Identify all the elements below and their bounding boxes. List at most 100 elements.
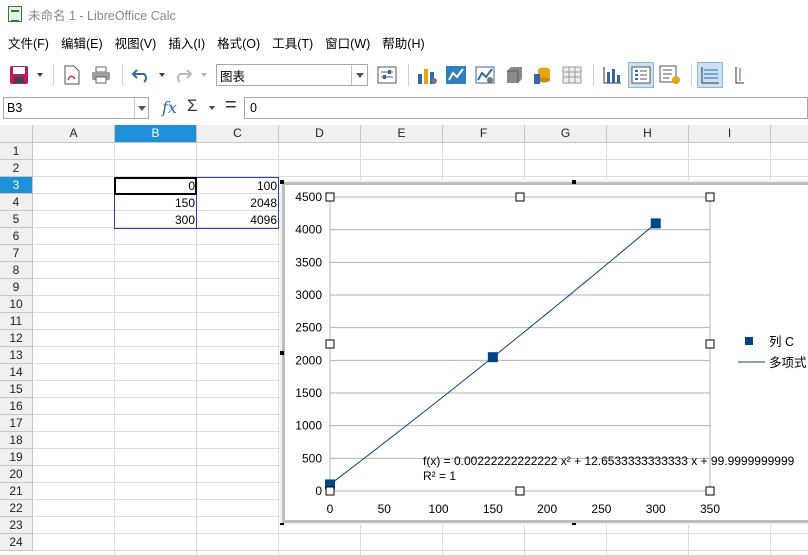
selection-handle[interactable] xyxy=(325,339,335,349)
undo-dropdown-icon[interactable] xyxy=(157,62,167,88)
frame-handle[interactable] xyxy=(280,180,284,184)
row-header[interactable]: 9 xyxy=(0,279,33,296)
name-box[interactable]: B3 xyxy=(3,97,149,119)
row-header[interactable]: 2 xyxy=(0,160,33,177)
selection-handle[interactable] xyxy=(705,486,715,496)
row-header[interactable]: 6 xyxy=(0,228,33,245)
legend-format-icon[interactable] xyxy=(657,62,683,88)
vertical-grid-icon[interactable] xyxy=(726,62,752,88)
toolbar-separator xyxy=(408,64,409,86)
formula-input[interactable]: 0 xyxy=(244,97,808,119)
frame-handle[interactable] xyxy=(280,523,284,525)
row-header[interactable]: 23 xyxy=(0,517,33,534)
trendline-equation: f(x) = 0.00222222222222 x² + 12.65333333… xyxy=(423,454,795,468)
column-header-i[interactable]: I xyxy=(689,125,771,143)
selection-handle[interactable] xyxy=(515,486,525,496)
row-header[interactable]: 5 xyxy=(0,211,33,228)
row-header[interactable]: 16 xyxy=(0,398,33,415)
print-icon[interactable] xyxy=(88,62,114,88)
column-header-h[interactable]: H xyxy=(607,125,689,143)
selection-handle[interactable] xyxy=(515,192,525,202)
chevron-down-icon[interactable] xyxy=(134,98,148,118)
chart-wall-icon[interactable] xyxy=(443,62,469,88)
row-header[interactable]: 4 xyxy=(0,194,33,211)
row-header[interactable]: 10 xyxy=(0,296,33,313)
selection-handle[interactable] xyxy=(325,192,335,202)
y-tick-label: 0 xyxy=(315,484,322,498)
row-header[interactable]: 14 xyxy=(0,364,33,381)
chevron-down-icon[interactable] xyxy=(351,65,367,85)
row-header[interactable]: 19 xyxy=(0,449,33,466)
row-header[interactable]: 13 xyxy=(0,347,33,364)
menu-edit[interactable]: 编辑(E) xyxy=(57,33,107,52)
y-tick-label: 3500 xyxy=(295,255,322,269)
data-table-icon[interactable] xyxy=(530,62,556,88)
legend-label-series: 列 C xyxy=(769,335,794,349)
chart-element-select[interactable]: 图表 xyxy=(216,64,368,86)
row-header[interactable]: 24 xyxy=(0,534,33,551)
row-header[interactable]: 17 xyxy=(0,415,33,432)
row-header[interactable]: 21 xyxy=(0,483,33,500)
menu-format[interactable]: 格式(O) xyxy=(213,33,264,52)
legend-toggle-icon[interactable] xyxy=(628,62,654,88)
column-header-f[interactable]: F xyxy=(443,125,525,143)
save-dropdown-icon[interactable] xyxy=(35,62,45,88)
column-header-a[interactable]: A xyxy=(33,125,115,143)
row-header[interactable]: 12 xyxy=(0,330,33,347)
export-pdf-icon[interactable] xyxy=(59,62,85,88)
menu-help[interactable]: 帮助(H) xyxy=(378,33,428,52)
x-tick-label: 100 xyxy=(429,502,449,516)
x-tick-label: 50 xyxy=(378,502,392,516)
function-wizard-icon[interactable]: fx xyxy=(162,98,177,117)
redo-icon xyxy=(170,62,196,88)
column-header-b[interactable]: B xyxy=(115,125,197,143)
chart-object[interactable]: 0 500 1000 1500 2000 2500 3000 3500 4000 4500 0 50 1… xyxy=(280,180,808,525)
row-header[interactable]: 7 xyxy=(0,245,33,262)
toolbar: 图表 xyxy=(0,56,808,94)
row-header[interactable]: 20 xyxy=(0,466,33,483)
data-grid-icon[interactable] xyxy=(559,62,585,88)
row-header[interactable]: 8 xyxy=(0,262,33,279)
row-header[interactable]: 3 xyxy=(0,177,33,194)
undo-icon[interactable] xyxy=(128,62,154,88)
save-icon[interactable] xyxy=(6,62,32,88)
column-header-d[interactable]: D xyxy=(279,125,361,143)
chart-type-icon[interactable] xyxy=(414,62,440,88)
formula-icon[interactable]: = xyxy=(225,94,237,117)
plot-area[interactable] xyxy=(329,196,711,492)
column-header-c[interactable]: C xyxy=(197,125,279,143)
bar-chart-icon[interactable] xyxy=(599,62,625,88)
frame-handle[interactable] xyxy=(280,351,284,355)
cell-cursor xyxy=(114,177,197,195)
frame-handle[interactable] xyxy=(572,523,576,525)
selection-handle[interactable] xyxy=(705,339,715,349)
data-point[interactable] xyxy=(650,218,661,229)
select-all-corner[interactable] xyxy=(0,125,33,143)
3d-view-icon[interactable] xyxy=(501,62,527,88)
chart[interactable]: 0 500 1000 1500 2000 2500 3000 3500 4000 4500 0 50 1… xyxy=(280,180,808,525)
menu-tools[interactable]: 工具(T) xyxy=(268,33,317,52)
column-header-e[interactable]: E xyxy=(361,125,443,143)
format-selection-icon[interactable] xyxy=(374,62,400,88)
menu-window[interactable]: 窗口(W) xyxy=(321,33,374,52)
selection-handle[interactable] xyxy=(325,486,335,496)
row-header[interactable]: 22 xyxy=(0,500,33,517)
frame-handle[interactable] xyxy=(572,180,576,184)
menu-file[interactable]: 文件(F) xyxy=(4,33,53,52)
row-header[interactable]: 11 xyxy=(0,313,33,330)
column-header-j[interactable] xyxy=(771,125,808,143)
column-header-g[interactable]: G xyxy=(525,125,607,143)
row-header[interactable]: 1 xyxy=(0,143,33,160)
horizontal-grid-icon[interactable] xyxy=(697,62,723,88)
chart-area-icon[interactable] xyxy=(472,62,498,88)
menu-insert[interactable]: 插入(I) xyxy=(164,33,209,52)
menu-view[interactable]: 视图(V) xyxy=(111,33,161,52)
sum-dropdown-icon[interactable] xyxy=(207,101,217,115)
selection-handle[interactable] xyxy=(705,192,715,202)
legend-marker-series xyxy=(745,337,753,345)
row-header[interactable]: 15 xyxy=(0,381,33,398)
data-point[interactable] xyxy=(487,352,498,363)
row-header[interactable]: 18 xyxy=(0,432,33,449)
y-tick-label: 3000 xyxy=(295,288,322,302)
sum-icon[interactable]: Σ xyxy=(187,96,198,116)
